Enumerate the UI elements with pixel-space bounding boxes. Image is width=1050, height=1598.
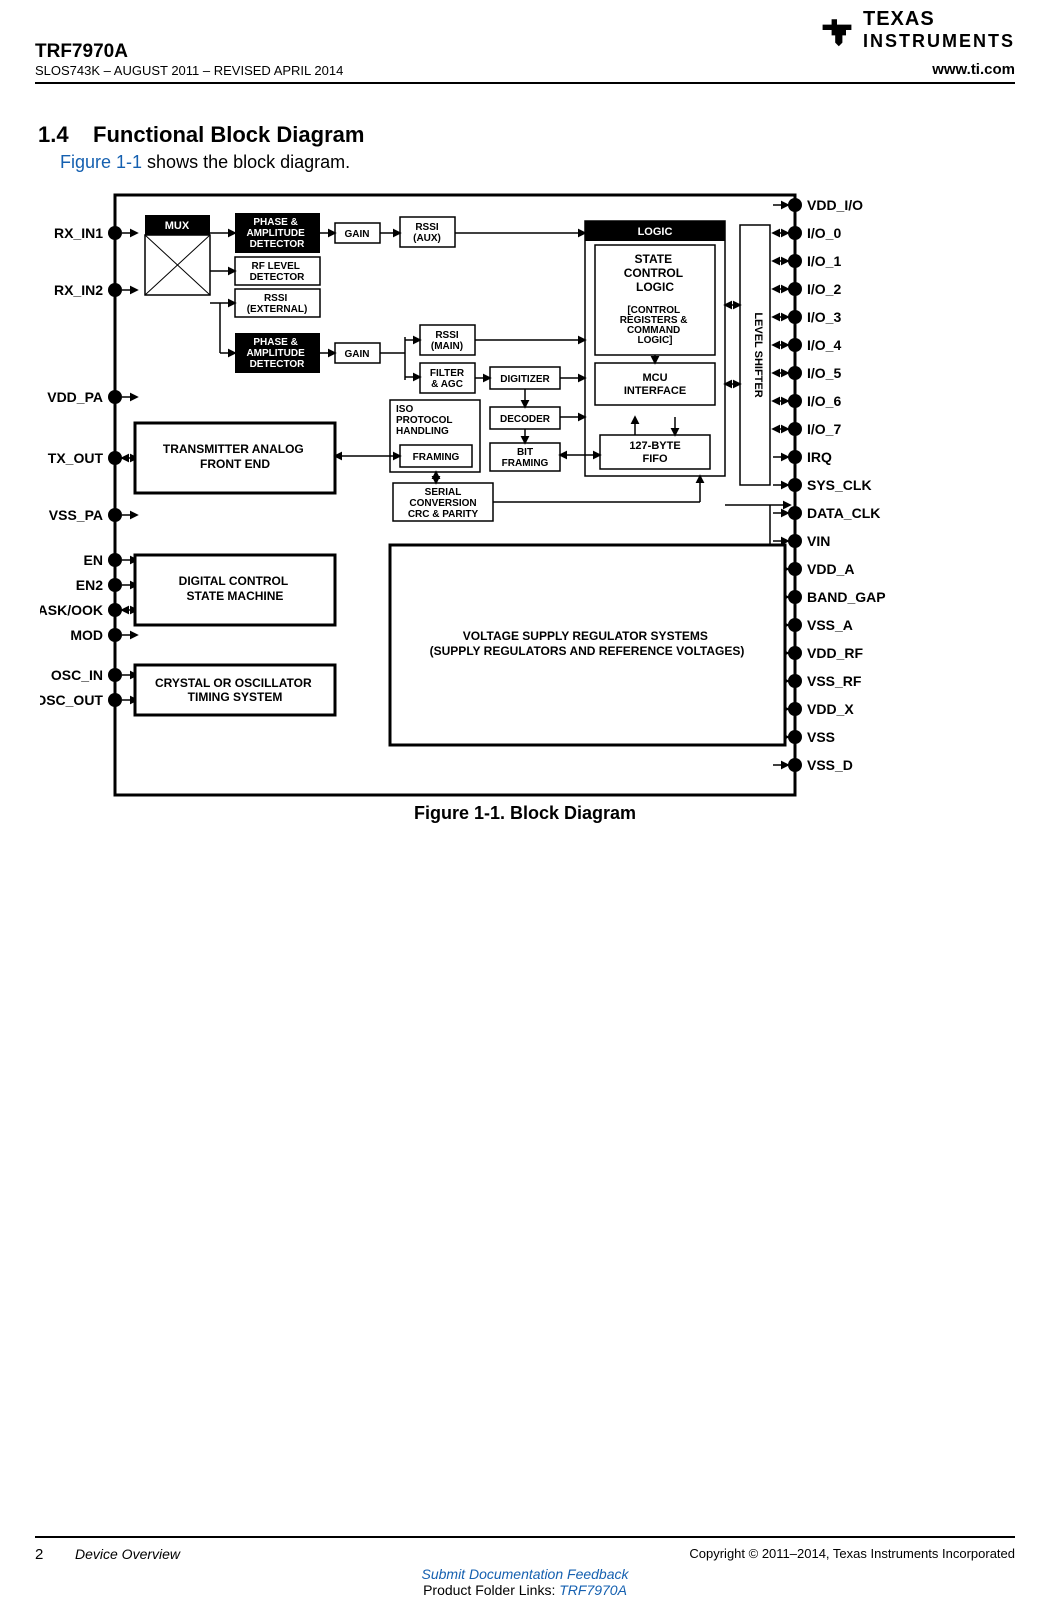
pin-tx-out: TX_OUT — [48, 450, 104, 466]
levelshifter-block: LEVEL SHIFTER — [752, 312, 764, 397]
gain2-block: GAIN — [345, 349, 370, 360]
framing-block: FRAMING — [413, 452, 460, 463]
phaseamp1-block: PHASE & AMPLITUDE DETECTOR — [246, 217, 307, 250]
pin-i-o-3: I/O_3 — [807, 309, 841, 325]
pin-i-o-6: I/O_6 — [807, 393, 841, 409]
section-title: Functional Block Diagram — [93, 122, 364, 147]
pin-i-o-7: I/O_7 — [807, 421, 841, 437]
footer-section-name: Device Overview — [75, 1546, 180, 1562]
pin-i-o-0: I/O_0 — [807, 225, 841, 241]
intro-text: Figure 1-1 shows the block diagram. — [60, 152, 350, 173]
pin-vdd-x: VDD_X — [807, 701, 854, 717]
pin-vdd-i-o: VDD_I/O — [807, 197, 863, 213]
pin-rx-in2: RX_IN2 — [54, 282, 103, 298]
submit-feedback-link[interactable]: Submit Documentation Feedback — [422, 1566, 629, 1582]
pin-vdd-rf: VDD_RF — [807, 645, 863, 661]
block-diagram-figure: RX_IN1 RX_IN2 VDD_PA TX_OUT VSS_PA EN EN2 ASK/O… — [40, 185, 1010, 805]
document-number-line: SLOS743K – AUGUST 2011 – REVISED APRIL 2… — [35, 63, 343, 78]
gain1-block: GAIN — [345, 229, 370, 240]
pin-sys-clk: SYS_CLK — [807, 477, 872, 493]
mux-block: MUX — [165, 220, 190, 232]
logic-block: LOGIC — [638, 226, 673, 238]
block-diagram-svg: RX_IN1 RX_IN2 VDD_PA TX_OUT VSS_PA EN EN2 ASK/O… — [40, 185, 1010, 800]
rflevel-block: RF LEVEL DETECTOR — [250, 261, 306, 283]
figure-caption: Figure 1-1. Block Diagram — [40, 803, 1010, 824]
page: TRF7970A SLOS743K – AUGUST 2011 – REVISE… — [0, 0, 1050, 1563]
section-number: 1.4 — [38, 122, 69, 147]
ti-logo: TEXAS INSTRUMENTS — [819, 8, 1015, 52]
page-footer: 2 Device Overview Copyright © 2011–2014,… — [35, 1536, 1015, 1543]
pin-vss-d: VSS_D — [807, 757, 853, 773]
ti-logo-text: TEXAS INSTRUMENTS — [863, 8, 1015, 52]
pin-vss: VSS — [807, 729, 835, 745]
logo-line1: TEXAS — [863, 8, 1015, 31]
pin-mod: MOD — [70, 627, 103, 643]
pin-rx-in1: RX_IN1 — [54, 225, 103, 241]
pin-i-o-5: I/O_5 — [807, 365, 841, 381]
pin-irq: IRQ — [807, 449, 832, 465]
digctrl-block: DIGITAL CONTROL STATE MACHINE — [179, 574, 292, 603]
section-heading: 1.4 Functional Block Diagram — [38, 122, 364, 148]
pin-vdd-pa: VDD_PA — [47, 389, 103, 405]
filteragc-block: FILTER& AGC — [430, 368, 465, 390]
vreg-block: VOLTAGE SUPPLY REGULATOR SYSTEMS (SUPPLY… — [430, 629, 745, 658]
ti-logo-icon — [819, 12, 855, 48]
pin-vdd-a: VDD_A — [807, 561, 854, 577]
ti-url[interactable]: www.ti.com — [932, 61, 1015, 78]
folder-prefix: Product Folder Links: — [423, 1582, 559, 1598]
rssiaux-block: RSSI(AUX) — [413, 222, 441, 244]
pin-data-clk: DATA_CLK — [807, 505, 880, 521]
product-folder-link[interactable]: TRF7970A — [559, 1582, 627, 1598]
pin-osc-out: OSC_OUT — [40, 692, 103, 708]
digitizer-block: DIGITIZER — [500, 374, 550, 385]
pin-en: EN — [84, 552, 103, 568]
decoder-block: DECODER — [500, 414, 551, 425]
pin-i-o-1: I/O_1 — [807, 253, 841, 269]
intro-after: shows the block diagram. — [142, 152, 350, 172]
figure-reference[interactable]: Figure 1-1 — [60, 152, 142, 172]
footer-links: Submit Documentation Feedback Product Fo… — [35, 1566, 1015, 1598]
pin-en2: EN2 — [76, 577, 103, 593]
header-left: TRF7970A SLOS743K – AUGUST 2011 – REVISE… — [35, 41, 343, 78]
rssimain-block: RSSI(MAIN) — [431, 330, 463, 352]
pin-i-o-2: I/O_2 — [807, 281, 841, 297]
pin-ask-ook: ASK/OOK — [40, 602, 103, 618]
logo-line2: INSTRUMENTS — [863, 31, 1015, 52]
pin-osc-in: OSC_IN — [51, 667, 103, 683]
pin-vin: VIN — [807, 533, 830, 549]
pin-vss-pa: VSS_PA — [49, 507, 103, 523]
pin-vss-a: VSS_A — [807, 617, 853, 633]
pin-vss-rf: VSS_RF — [807, 673, 862, 689]
phaseamp2-block: PHASE & AMPLITUDE DETECTOR — [246, 337, 307, 370]
pin-i-o-4: I/O_4 — [807, 337, 841, 353]
page-number: 2 — [35, 1546, 43, 1563]
pin-band-gap: BAND_GAP — [807, 589, 886, 605]
chip-name: TRF7970A — [35, 41, 343, 63]
copyright: Copyright © 2011–2014, Texas Instruments… — [689, 1546, 1015, 1561]
